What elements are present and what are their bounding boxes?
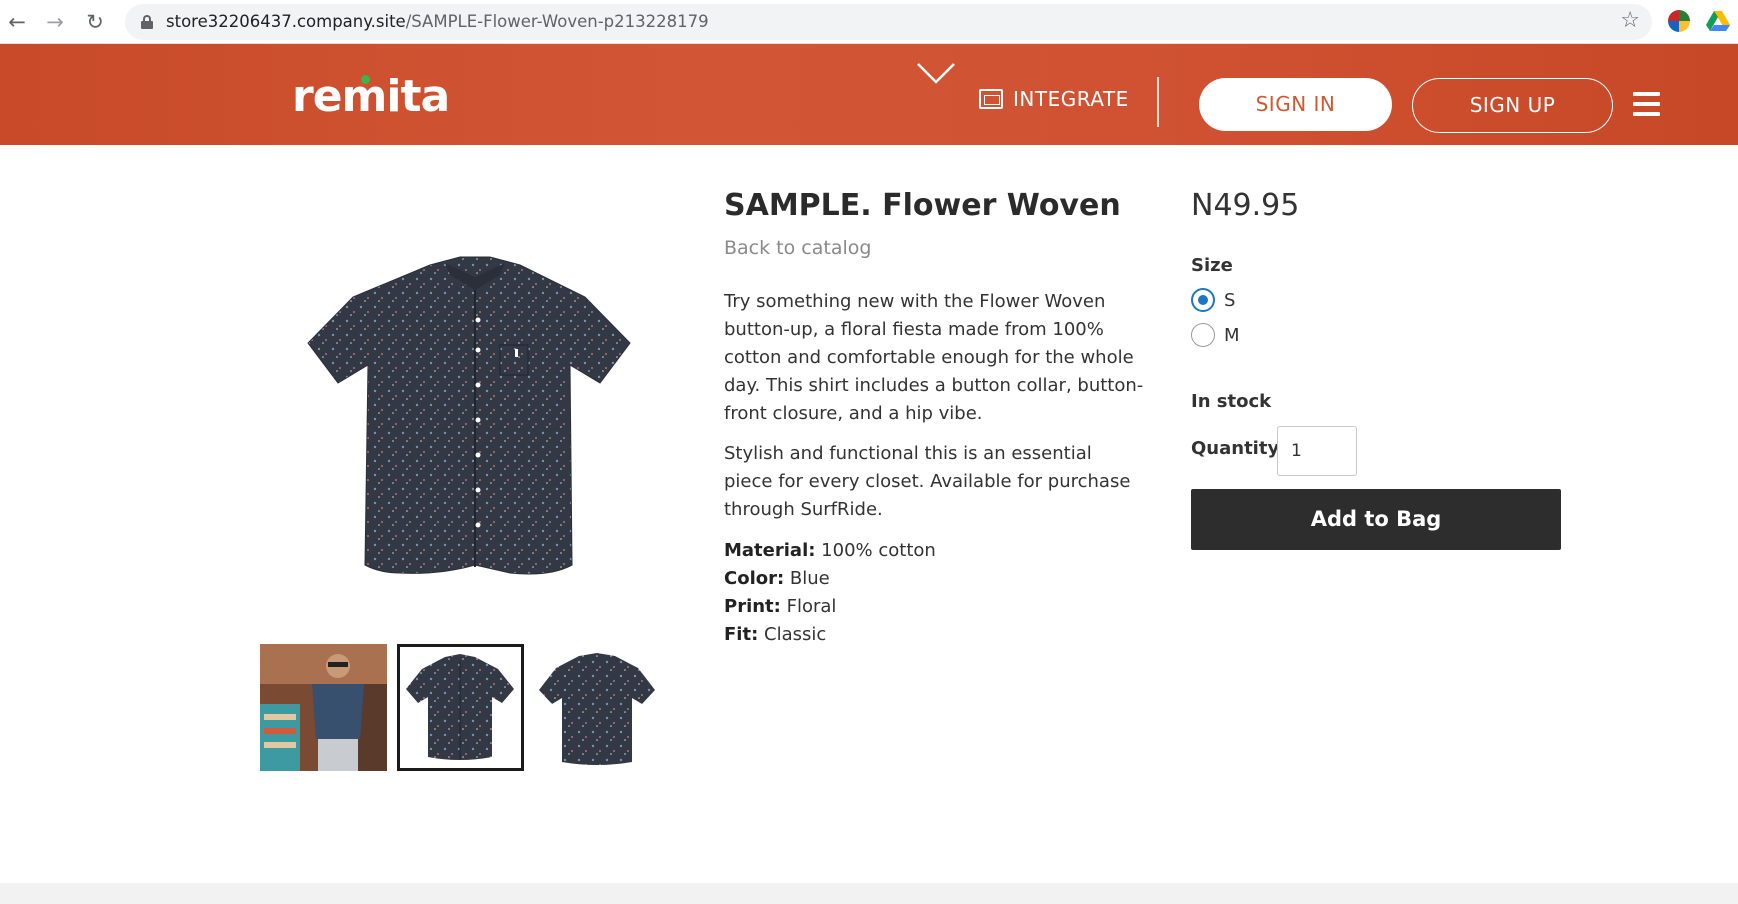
description-paragraph: Try something new with the Flower Woven … bbox=[724, 291, 1144, 424]
back-arrow-icon[interactable]: ← bbox=[4, 9, 30, 35]
add-to-bag-button[interactable]: Add to Bag bbox=[1191, 489, 1561, 550]
hamburger-menu-icon[interactable] bbox=[1633, 92, 1660, 116]
quantity-label: Quantity: bbox=[1191, 438, 1287, 459]
quantity-input[interactable] bbox=[1277, 426, 1357, 476]
url-text[interactable]: store32206437.company.site/SAMPLE-Flower… bbox=[166, 13, 709, 31]
product-price: N49.95 bbox=[1191, 188, 1300, 223]
forward-arrow-icon[interactable]: → bbox=[42, 9, 68, 35]
chevron-down-icon[interactable] bbox=[916, 62, 956, 84]
attribute-row: Color: Blue bbox=[724, 568, 830, 589]
attribute-row: Print: Floral bbox=[724, 596, 837, 617]
size-option-label: M bbox=[1224, 324, 1240, 346]
remita-logo[interactable]: remita bbox=[292, 72, 450, 122]
thumbnail-back-shirt[interactable] bbox=[534, 644, 661, 771]
sign-up-button[interactable]: SIGN UP bbox=[1412, 78, 1613, 133]
size-option-label: S bbox=[1224, 289, 1236, 311]
stock-status: In stock bbox=[1191, 391, 1272, 412]
description-paragraph: Stylish and functional this is an essent… bbox=[724, 443, 1131, 520]
size-option-m[interactable]: M bbox=[1191, 322, 1240, 348]
sign-in-button[interactable]: SIGN IN bbox=[1199, 78, 1392, 131]
extension-globe-icon[interactable] bbox=[1668, 10, 1690, 32]
product-description: Try something new with the Flower Woven … bbox=[724, 288, 1144, 536]
lock-icon bbox=[141, 15, 153, 29]
product-main-image[interactable] bbox=[260, 205, 680, 605]
integrate-link[interactable]: INTEGRATE bbox=[979, 87, 1129, 111]
address-bar[interactable]: store32206437.company.site/SAMPLE-Flower… bbox=[125, 4, 1652, 40]
size-label: Size bbox=[1191, 255, 1233, 276]
size-option-s[interactable]: S bbox=[1191, 287, 1235, 313]
header-divider bbox=[1157, 77, 1159, 127]
thumbnail-model-photo[interactable] bbox=[260, 644, 387, 771]
thumbnail-front-shirt[interactable] bbox=[397, 644, 524, 771]
google-drive-icon[interactable] bbox=[1706, 10, 1730, 32]
radio-selected[interactable] bbox=[1191, 288, 1215, 312]
logo-dot bbox=[361, 75, 370, 84]
reload-icon[interactable]: ↻ bbox=[82, 9, 108, 35]
bookmark-star-icon[interactable]: ☆ bbox=[1620, 9, 1640, 33]
attribute-row: Material: 100% cotton bbox=[724, 540, 936, 561]
integrate-label: INTEGRATE bbox=[1013, 87, 1129, 111]
radio-unselected[interactable] bbox=[1191, 323, 1215, 347]
browser-toolbar: ← → ↻ store32206437.company.site/SAMPLE-… bbox=[0, 0, 1738, 44]
product-title: SAMPLE. Flower Woven bbox=[724, 188, 1121, 223]
integrate-icon bbox=[979, 89, 1003, 109]
product-attributes: Material: 100% cotton Color: Blue Print:… bbox=[724, 537, 936, 649]
footer-bar bbox=[0, 883, 1738, 904]
site-header: remita INTEGRATE SIGN IN SIGN UP bbox=[0, 44, 1738, 145]
back-to-catalog-link[interactable]: Back to catalog bbox=[724, 237, 871, 259]
attribute-row: Fit: Classic bbox=[724, 624, 827, 645]
